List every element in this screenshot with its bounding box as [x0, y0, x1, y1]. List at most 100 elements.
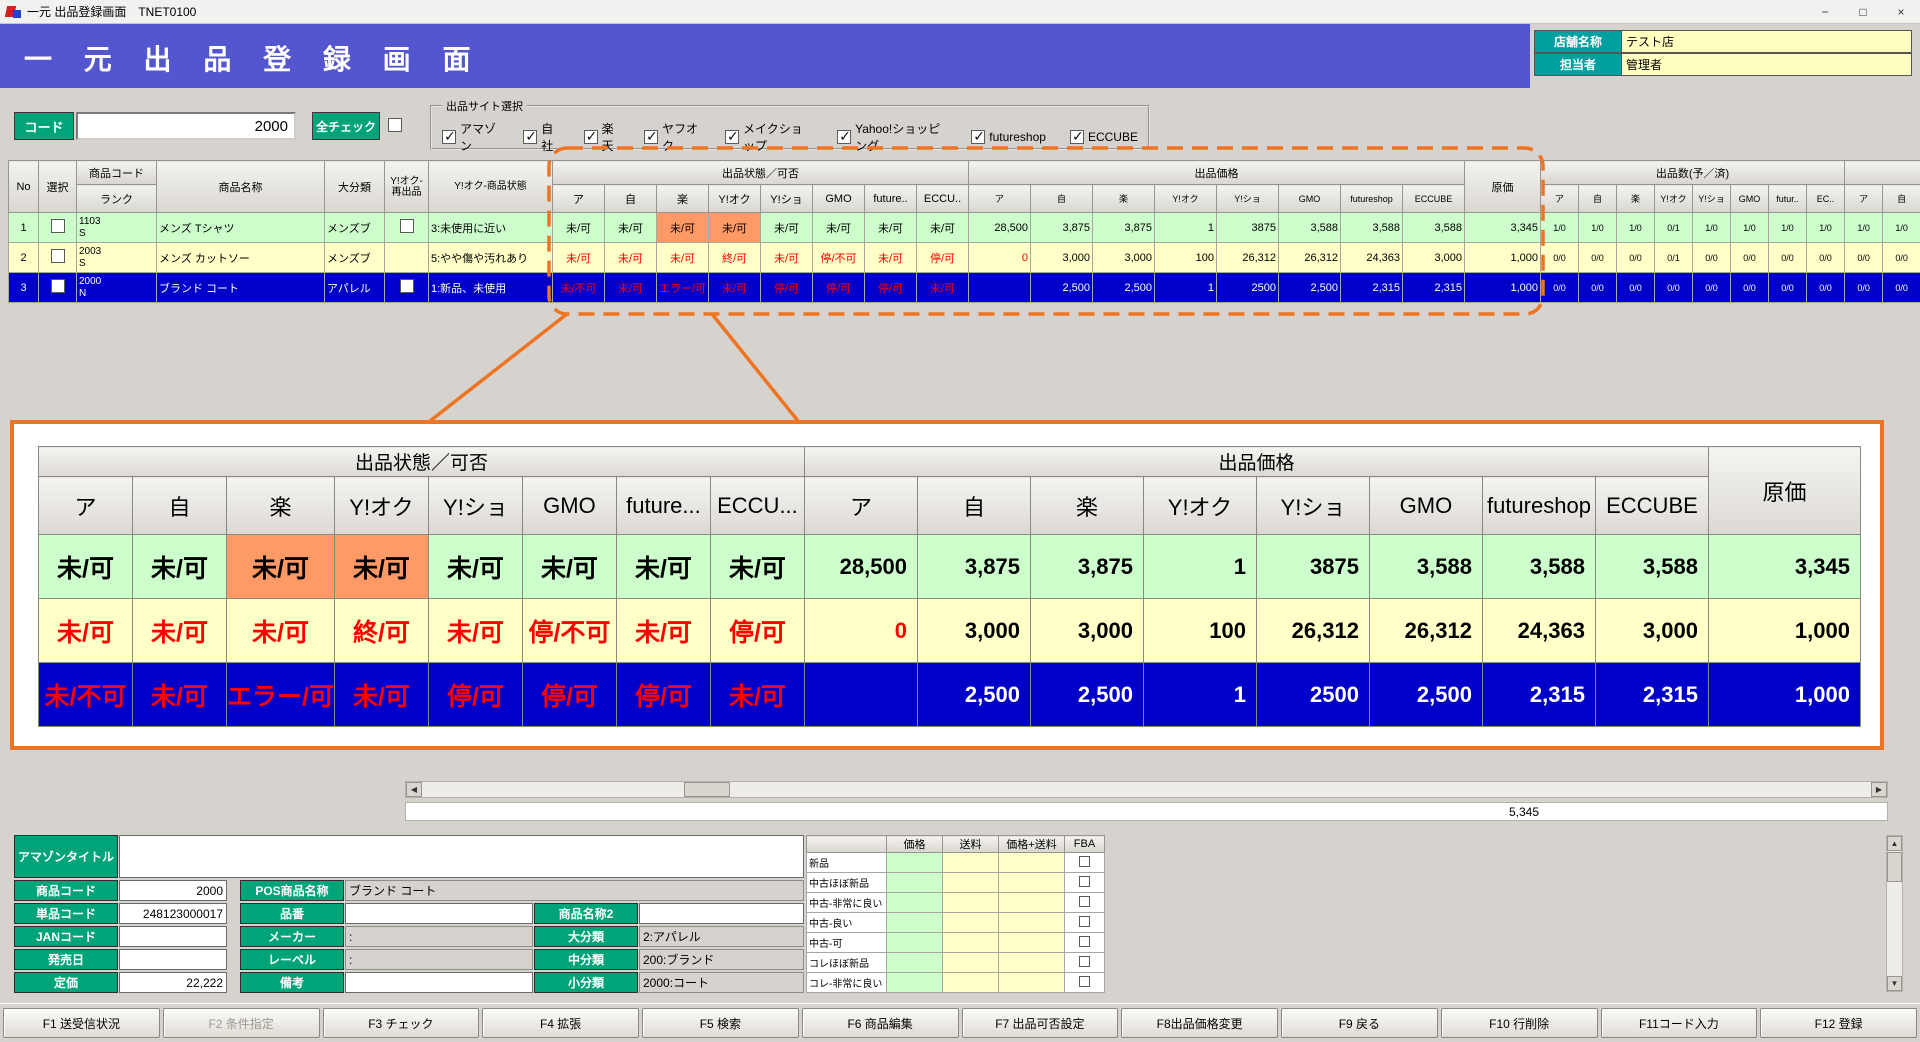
- maximize-button[interactable]: □: [1844, 0, 1882, 24]
- cell-cost[interactable]: 3,345: [1465, 213, 1541, 243]
- scroll-right-button[interactable]: ▶: [1871, 782, 1887, 797]
- condition-shipping-cell[interactable]: [943, 953, 999, 973]
- cell-count[interactable]: 0/0: [1579, 273, 1617, 303]
- cell-status[interactable]: 未/可: [761, 213, 813, 243]
- cell-count-extra[interactable]: 0/0: [1883, 273, 1920, 303]
- cell-count[interactable]: 0/0: [1731, 273, 1769, 303]
- horizontal-scrollbar[interactable]: ◀ ▶: [405, 781, 1888, 798]
- condition-total-cell[interactable]: [999, 953, 1065, 973]
- vscrollbar-thumb[interactable]: [1887, 852, 1902, 882]
- cell-price[interactable]: 3,000: [1093, 243, 1155, 273]
- function-key-10[interactable]: F10 行削除: [1441, 1008, 1598, 1038]
- cell-status[interactable]: 未/可: [761, 243, 813, 273]
- function-key-4[interactable]: F4 拡張: [482, 1008, 639, 1038]
- cell-count[interactable]: 1/0: [1617, 213, 1655, 243]
- product-code-input[interactable]: [119, 880, 227, 901]
- row-select-checkbox[interactable]: [51, 219, 65, 233]
- relist-checkbox[interactable]: [400, 279, 414, 293]
- cell-status[interactable]: 未/可: [865, 243, 917, 273]
- function-key-9[interactable]: F9 戻る: [1281, 1008, 1438, 1038]
- condition-price-cell[interactable]: [887, 973, 943, 993]
- function-key-8[interactable]: F8出品価格変更: [1121, 1008, 1278, 1038]
- vertical-scrollbar[interactable]: ▲ ▼: [1886, 835, 1903, 992]
- function-key-6[interactable]: F6 商品編集: [802, 1008, 959, 1038]
- relist-checkbox[interactable]: [400, 219, 414, 233]
- cell-name[interactable]: ブランド コート: [157, 273, 325, 303]
- amazon-title-input[interactable]: [119, 835, 804, 878]
- function-key-5[interactable]: F5 検索: [642, 1008, 799, 1038]
- condition-shipping-cell[interactable]: [943, 893, 999, 913]
- cell-status[interactable]: 未/可: [917, 213, 969, 243]
- cell-relist[interactable]: [385, 243, 429, 273]
- fba-checkbox[interactable]: [1079, 916, 1090, 927]
- cell-count-extra[interactable]: 0/0: [1845, 243, 1883, 273]
- cell-count[interactable]: 1/0: [1769, 213, 1807, 243]
- cell-status[interactable]: 停/可: [865, 273, 917, 303]
- site-checkbox-item[interactable]: 楽天: [584, 120, 620, 154]
- cell-count[interactable]: 0/0: [1541, 243, 1579, 273]
- cell-condition[interactable]: 5:やや傷や汚れあり: [429, 243, 553, 273]
- cell-status[interactable]: 未/可: [553, 243, 605, 273]
- row-select-checkbox[interactable]: [51, 279, 65, 293]
- cell-price[interactable]: 0: [969, 243, 1031, 273]
- fba-checkbox[interactable]: [1079, 896, 1090, 907]
- cell-count[interactable]: 0/0: [1731, 243, 1769, 273]
- cell-price[interactable]: 26,312: [1217, 243, 1279, 273]
- close-button[interactable]: ×: [1882, 0, 1920, 24]
- condition-price-cell[interactable]: [887, 873, 943, 893]
- cell-select[interactable]: [39, 213, 77, 243]
- cell-count[interactable]: 0/0: [1655, 273, 1693, 303]
- cell-count[interactable]: 0/0: [1541, 273, 1579, 303]
- cell-count[interactable]: 1/0: [1579, 213, 1617, 243]
- cell-category[interactable]: アパレル: [325, 273, 385, 303]
- condition-shipping-cell[interactable]: [943, 933, 999, 953]
- cell-name[interactable]: メンズ カットソー: [157, 243, 325, 273]
- site-checkbox-item[interactable]: ヤフオク: [644, 120, 701, 154]
- cell-price[interactable]: 1: [1155, 273, 1217, 303]
- fba-checkbox[interactable]: [1079, 956, 1090, 967]
- cell-price[interactable]: 3875: [1217, 213, 1279, 243]
- cell-price[interactable]: 28,500: [969, 213, 1031, 243]
- condition-price-cell[interactable]: [887, 893, 943, 913]
- cell-price[interactable]: 3,000: [1403, 243, 1465, 273]
- cell-condition[interactable]: 1:新品、未使用: [429, 273, 553, 303]
- cell-price[interactable]: 2,315: [1403, 273, 1465, 303]
- site-checkbox[interactable]: [584, 130, 598, 144]
- cell-price[interactable]: 2,500: [1031, 273, 1093, 303]
- site-checkbox[interactable]: [644, 130, 658, 144]
- scroll-left-button[interactable]: ◀: [406, 782, 422, 797]
- cell-price[interactable]: 3,588: [1403, 213, 1465, 243]
- scroll-up-button[interactable]: ▲: [1887, 836, 1902, 851]
- cell-count[interactable]: 0/0: [1617, 243, 1655, 273]
- site-checkbox[interactable]: [523, 130, 537, 144]
- row-select-checkbox[interactable]: [51, 249, 65, 263]
- cell-select[interactable]: [39, 273, 77, 303]
- function-key-12[interactable]: F12 登録: [1760, 1008, 1917, 1038]
- cell-cost[interactable]: 1,000: [1465, 273, 1541, 303]
- condition-total-cell[interactable]: [999, 973, 1065, 993]
- cell-status[interactable]: エラー/可: [657, 273, 709, 303]
- product-row[interactable]: 22003Sメンズ カットソーメンズブ5:やや傷や汚れあり未/可未/可未/可終/…: [9, 243, 1920, 273]
- site-checkbox[interactable]: [837, 130, 851, 144]
- cell-no[interactable]: 1: [9, 213, 39, 243]
- product-name2-input[interactable]: [639, 903, 804, 924]
- fba-checkbox[interactable]: [1079, 876, 1090, 887]
- release-date-input[interactable]: [119, 949, 227, 970]
- site-checkbox-item[interactable]: ECCUBE: [1070, 130, 1138, 144]
- condition-price-cell[interactable]: [887, 913, 943, 933]
- cell-status[interactable]: 停/可: [917, 243, 969, 273]
- condition-price-cell[interactable]: [887, 853, 943, 873]
- cell-category[interactable]: メンズブ: [325, 213, 385, 243]
- cell-count-extra[interactable]: 0/0: [1845, 273, 1883, 303]
- jan-code-input[interactable]: [119, 926, 227, 947]
- cell-price[interactable]: 2,500: [1279, 273, 1341, 303]
- site-checkbox[interactable]: [442, 130, 456, 144]
- site-checkbox-item[interactable]: 自社: [523, 120, 559, 154]
- cell-condition[interactable]: 3:未使用に近い: [429, 213, 553, 243]
- cell-status[interactable]: 未/可: [657, 243, 709, 273]
- cell-status[interactable]: 停/可: [813, 273, 865, 303]
- cell-count[interactable]: 1/0: [1807, 213, 1845, 243]
- check-all-checkbox[interactable]: [388, 118, 402, 132]
- product-row[interactable]: 11103Sメンズ Tシャツメンズブ3:未使用に近い未/可未/可未/可未/可未/…: [9, 213, 1920, 243]
- site-checkbox[interactable]: [971, 130, 985, 144]
